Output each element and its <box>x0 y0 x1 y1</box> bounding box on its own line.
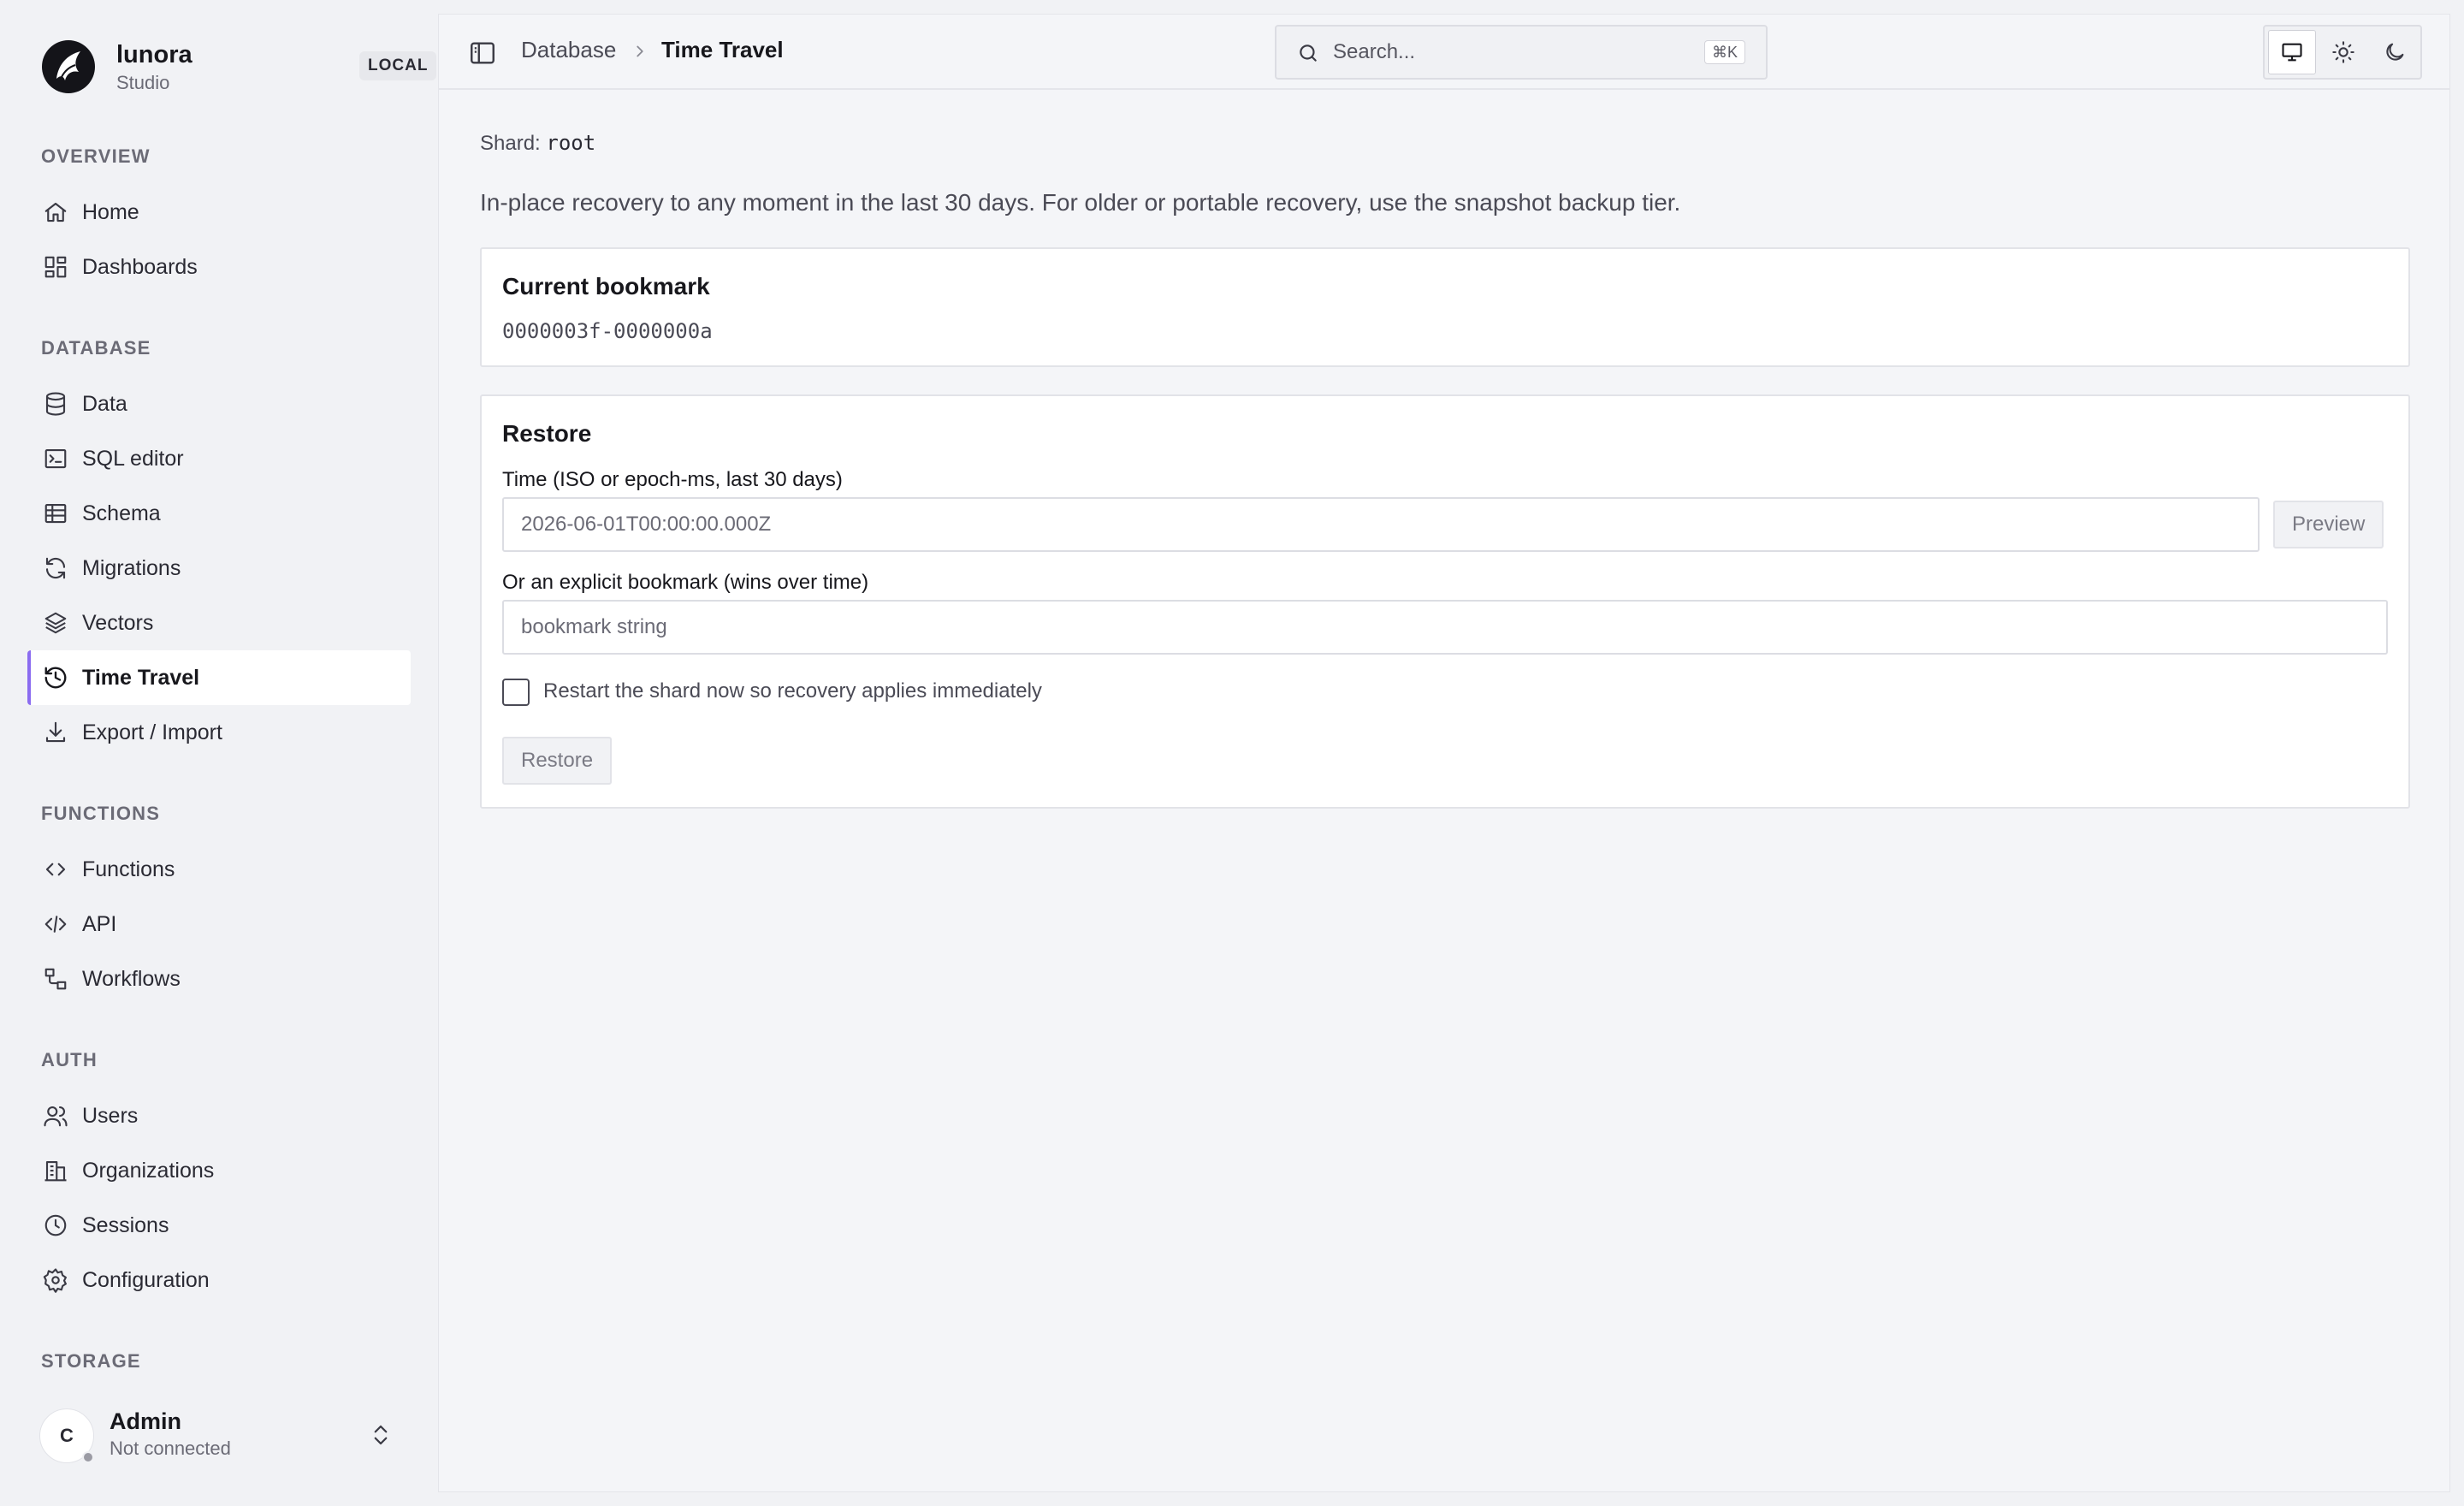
search-icon <box>1300 44 1317 62</box>
chevron-right-icon <box>637 45 643 57</box>
time-input[interactable] <box>502 497 2260 552</box>
sidebar-item-label: Organizations <box>82 1158 215 1183</box>
api-icon <box>44 916 67 933</box>
theme-dark-button[interactable] <box>2371 30 2419 74</box>
code-icon <box>45 863 66 876</box>
sidebar-item-api[interactable]: API <box>27 897 411 952</box>
terminal-icon <box>44 448 67 469</box>
sidebar-item-label: Migrations <box>82 555 181 580</box>
gear-icon <box>43 1268 67 1293</box>
clock-icon <box>44 1214 67 1236</box>
sidebar-item-label: Functions <box>82 857 175 881</box>
sidebar-item-export-import[interactable]: Export / Import <box>27 705 411 760</box>
sidebar-item-users[interactable]: Users <box>27 1088 411 1143</box>
shard-value: root <box>546 131 596 155</box>
sidebar-item-label: Time Travel <box>82 665 200 690</box>
history-icon <box>44 667 67 689</box>
sidebar-item-label: Export / Import <box>82 720 222 744</box>
restore-button[interactable]: Restore <box>502 737 613 785</box>
sidebar-item-label: Data <box>82 391 127 416</box>
sidebar-item-sessions[interactable]: Sessions <box>27 1198 411 1253</box>
section-title-overview: OVERVIEW <box>41 145 151 167</box>
refresh-icon <box>45 557 66 579</box>
user-status: Not connected <box>110 1438 231 1459</box>
time-field-label: Time (ISO or epoch-ms, last 30 days) <box>502 468 843 491</box>
brand-name: lunora <box>116 41 192 68</box>
database-icon <box>45 392 66 416</box>
chevrons-up-down-icon <box>374 1425 388 1445</box>
section-title-auth: AUTH <box>41 1049 98 1070</box>
sidebar-item-label: Dashboards <box>82 254 198 279</box>
sidebar-item-label: Home <box>82 199 139 224</box>
home-icon <box>44 202 67 222</box>
restart-shard-checkbox[interactable] <box>502 679 530 706</box>
sidebar-item-label: API <box>82 911 117 936</box>
user-menu[interactable]: C Admin Not connected <box>39 1407 399 1467</box>
sidebar-item-label: Users <box>82 1103 139 1128</box>
breadcrumb-current: Time Travel <box>661 37 784 62</box>
brand[interactable]: lunora Studio LOCAL <box>41 38 437 94</box>
sidebar-item-label: Workflows <box>82 966 181 991</box>
search-box[interactable]: ⌘K <box>1275 25 1768 80</box>
user-name: Admin <box>110 1408 181 1434</box>
sidebar-item-functions[interactable]: Functions <box>27 842 411 897</box>
card-title: Current bookmark <box>502 273 710 299</box>
sidebar-item-workflows[interactable]: Workflows <box>27 952 411 1006</box>
dashboards-icon <box>44 256 67 278</box>
search-shortcut: ⌘K <box>1703 40 1745 64</box>
main-panel: Database Time Travel ⌘K Shard: root In-p… <box>438 14 2450 1492</box>
sidebar: lunora Studio LOCAL OVERVIEW Home Dashbo… <box>0 0 437 1506</box>
sun-icon <box>2332 41 2354 63</box>
shard-line: Shard: root <box>480 131 595 156</box>
theme-switcher <box>2263 25 2422 80</box>
sidebar-item-data[interactable]: Data <box>27 376 411 431</box>
topbar: Database Time Travel ⌘K <box>439 15 2449 90</box>
layers-icon <box>44 612 67 634</box>
moon-icon <box>2386 43 2404 61</box>
theme-system-button[interactable] <box>2268 30 2316 74</box>
sidebar-item-organizations[interactable]: Organizations <box>27 1143 411 1198</box>
section-title-storage: STORAGE <box>41 1350 141 1372</box>
shard-label: Shard: <box>480 132 541 155</box>
section-title-database: DATABASE <box>41 337 151 359</box>
sidebar-item-label: Configuration <box>82 1267 210 1292</box>
sidebar-item-sql-editor[interactable]: SQL editor <box>27 431 411 486</box>
sidebar-item-label: Schema <box>82 501 161 525</box>
brand-subtitle: Studio <box>116 72 170 93</box>
restore-card: Restore Time (ISO or epoch-ms, last 30 d… <box>480 394 2410 809</box>
lunora-logo-icon <box>42 40 95 93</box>
sidebar-item-label: SQL editor <box>82 446 184 471</box>
current-bookmark-card: Current bookmark 0000003f-0000000a <box>480 247 2410 367</box>
bookmark-value: 0000003f-0000000a <box>502 319 713 343</box>
sidebar-item-dashboards[interactable]: Dashboards <box>27 240 411 294</box>
users-icon <box>44 1106 68 1127</box>
theme-light-button[interactable] <box>2319 30 2367 74</box>
section-title-functions: FUNCTIONS <box>41 803 161 824</box>
environment-badge: LOCAL <box>359 51 437 80</box>
sidebar-item-configuration[interactable]: Configuration <box>27 1253 411 1307</box>
table-icon <box>44 503 67 524</box>
bookmark-field-label: Or an explicit bookmark (wins over time) <box>502 571 869 594</box>
card-title: Restore <box>502 420 592 447</box>
connection-status-dot <box>82 1451 94 1463</box>
page-description: In-place recovery to any moment in the l… <box>480 189 1681 216</box>
sidebar-item-schema[interactable]: Schema <box>27 486 411 541</box>
restart-shard-label[interactable]: Restart the shard now so recovery applie… <box>543 679 1042 703</box>
preview-button[interactable]: Preview <box>2273 501 2384 548</box>
sidebar-item-time-travel[interactable]: Time Travel <box>27 650 411 705</box>
sidebar-item-migrations[interactable]: Migrations <box>27 541 411 596</box>
sidebar-item-home[interactable]: Home <box>27 185 411 240</box>
bookmark-input[interactable] <box>502 600 2388 655</box>
sidebar-item-vectors[interactable]: Vectors <box>27 596 411 650</box>
sidebar-toggle-icon[interactable] <box>468 39 497 68</box>
monitor-icon <box>2282 43 2302 62</box>
building-icon <box>44 1160 67 1182</box>
sidebar-item-label: Sessions <box>82 1213 169 1237</box>
sidebar-item-label: Vectors <box>82 610 154 635</box>
download-icon <box>45 721 66 743</box>
workflow-icon <box>44 968 67 990</box>
search-input[interactable] <box>1333 35 1675 69</box>
breadcrumb-database[interactable]: Database <box>521 37 616 63</box>
